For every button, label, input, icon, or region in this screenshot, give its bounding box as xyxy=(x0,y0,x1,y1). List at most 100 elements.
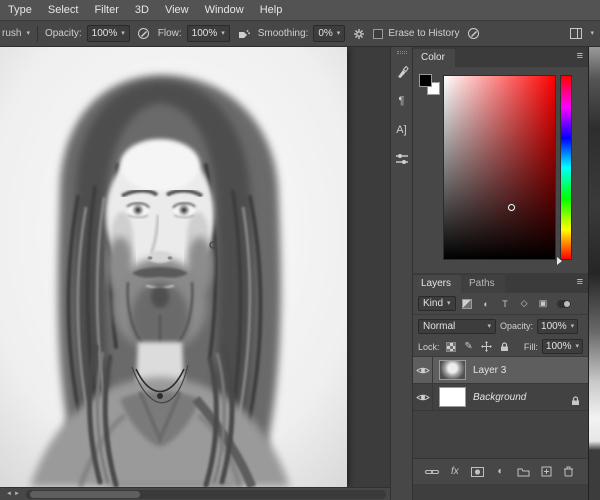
character-styles-panel-icon[interactable]: A] xyxy=(392,120,411,139)
gear-icon[interactable] xyxy=(350,25,368,43)
layer-row-layer3[interactable]: Layer 3 xyxy=(413,357,588,384)
adjustment-layer-icon[interactable]: ◐ xyxy=(493,465,507,479)
link-layers-icon[interactable] xyxy=(425,465,439,479)
foreground-color-swatch[interactable] xyxy=(419,74,432,87)
menu-3d[interactable]: 3D xyxy=(127,0,157,21)
menu-filter[interactable]: Filter xyxy=(86,0,126,21)
pressure-size-icon[interactable] xyxy=(464,25,482,43)
layer-name[interactable]: Background xyxy=(473,392,526,403)
tool-options-bar: rush ▾ Opacity: 100% ▾ Flow: 100% ▾ Smoo… xyxy=(0,21,600,47)
fill-combo[interactable]: 100% ▾ xyxy=(541,339,583,354)
paragraph-panel-icon[interactable]: ¶ xyxy=(392,91,411,110)
panel-menu-icon[interactable]: ≡ xyxy=(577,276,583,288)
tab-paths[interactable]: Paths xyxy=(461,275,505,293)
flow-combo[interactable]: 100% ▾ xyxy=(186,25,230,42)
workspace-icon[interactable] xyxy=(567,25,585,43)
color-picker-marker[interactable] xyxy=(508,204,516,212)
type-filter-icon[interactable]: T xyxy=(498,296,513,311)
filter-toggle-switch[interactable] xyxy=(556,299,571,308)
layer-row-background[interactable]: Background xyxy=(413,384,588,411)
layers-bottom-bar: fx ◐ xyxy=(413,458,588,484)
blend-mode-combo[interactable]: Normal ▾ xyxy=(418,318,496,334)
adjustment-filter-icon[interactable]: ◐ xyxy=(479,296,494,311)
lock-all-icon[interactable] xyxy=(498,340,512,354)
lock-transparency-icon[interactable] xyxy=(444,340,458,354)
shape-filter-icon[interactable]: ◇ xyxy=(517,296,532,311)
tab-layers[interactable]: Layers xyxy=(413,275,462,293)
pressure-opacity-icon[interactable] xyxy=(135,25,153,43)
layers-opacity-value: 100% xyxy=(541,320,567,332)
divider xyxy=(36,25,38,42)
visibility-eye-icon[interactable] xyxy=(413,384,433,410)
new-layer-icon[interactable] xyxy=(539,465,553,479)
menu-select[interactable]: Select xyxy=(40,0,87,21)
menu-help[interactable]: Help xyxy=(252,0,291,21)
erase-to-history-label: Erase to History xyxy=(388,28,460,39)
saturation-brightness-box[interactable] xyxy=(443,75,556,260)
kind-filter-value: Kind xyxy=(423,298,444,309)
hue-slider[interactable] xyxy=(560,75,572,260)
lock-icon xyxy=(571,393,580,411)
scrollbar-thumb[interactable] xyxy=(30,490,140,498)
flow-value: 100% xyxy=(191,28,218,39)
blend-mode-row: Normal ▾ Opacity: 100% ▾ xyxy=(413,315,588,337)
menu-window[interactable]: Window xyxy=(197,0,252,21)
layer-list: Layer 3 Background xyxy=(413,357,588,458)
sliders-panel-icon[interactable] xyxy=(392,149,411,168)
layers-opacity-combo[interactable]: 100% ▾ xyxy=(537,318,579,334)
second-document-edge[interactable] xyxy=(588,47,600,500)
chevron-down-icon: ▾ xyxy=(575,343,579,350)
menu-type[interactable]: Type xyxy=(0,0,40,21)
horizontal-scrollbar[interactable]: ◄ ► xyxy=(0,487,390,500)
chevron-down-icon[interactable]: ▾ xyxy=(590,30,594,37)
lock-position-icon[interactable] xyxy=(480,340,494,354)
opacity-combo[interactable]: 100% ▾ xyxy=(86,25,130,42)
scroll-left-icon[interactable]: ◄ xyxy=(6,491,12,497)
scroll-right-icon[interactable]: ► xyxy=(14,491,20,497)
color-panel: Color ≡ xyxy=(413,47,588,273)
tab-color[interactable]: Color xyxy=(413,49,455,67)
smoothing-value: 0% xyxy=(318,28,333,39)
panel-footer xyxy=(413,484,588,500)
document-canvas[interactable] xyxy=(0,47,347,487)
scroll-arrows[interactable]: ◄ ► xyxy=(0,491,26,497)
canvas-area[interactable] xyxy=(0,47,390,487)
photoshop-window: Type Select Filter 3D View Window Help r… xyxy=(0,0,600,500)
hue-slider-marker[interactable] xyxy=(557,257,562,265)
chevron-down-icon: ▾ xyxy=(221,30,225,37)
pixel-filter-icon[interactable] xyxy=(460,296,475,311)
layers-panel-header: Layers Paths ≡ xyxy=(413,273,588,293)
brush-settings-icon[interactable] xyxy=(392,62,411,81)
lock-pixels-icon[interactable]: ✎ xyxy=(462,340,476,354)
delete-layer-trash-icon[interactable] xyxy=(562,465,576,479)
smoothing-label: Smoothing: xyxy=(257,28,309,39)
layer-style-fx-icon[interactable]: fx xyxy=(448,465,462,479)
scrollbar-track[interactable] xyxy=(26,489,386,499)
layer-thumbnail[interactable] xyxy=(439,360,466,380)
chevron-down-icon: ▾ xyxy=(336,30,341,37)
blend-mode-value: Normal xyxy=(423,320,456,332)
lock-label: Lock: xyxy=(418,341,440,352)
erase-to-history-checkbox[interactable] xyxy=(373,28,384,39)
panels-column: Color ≡ Layers Paths ≡ Kind ▾ ◐ T ◇ ▣ No… xyxy=(413,47,588,500)
panel-dock-strip: ¶ A] xyxy=(390,47,413,500)
new-group-folder-icon[interactable] xyxy=(516,465,530,479)
opacity-label: Opacity: xyxy=(44,28,82,39)
smoothing-combo[interactable]: 0% ▾ xyxy=(313,25,346,42)
chevron-down-icon: ▾ xyxy=(570,322,575,330)
kind-filter-combo[interactable]: Kind ▾ xyxy=(418,296,456,311)
airbrush-icon[interactable] xyxy=(235,25,253,43)
layer-name[interactable]: Layer 3 xyxy=(473,365,506,376)
color-panel-header: Color ≡ xyxy=(413,47,588,67)
fill-label: Fill: xyxy=(523,341,538,352)
brush-preset-label[interactable]: rush xyxy=(2,28,21,39)
menu-view[interactable]: View xyxy=(157,0,197,21)
layer-thumbnail[interactable] xyxy=(439,387,466,407)
smart-object-filter-icon[interactable]: ▣ xyxy=(536,296,551,311)
foreground-background-swatches[interactable] xyxy=(418,73,444,99)
dock-drag-handle[interactable] xyxy=(396,51,407,54)
layer-mask-icon[interactable] xyxy=(471,465,485,479)
opacity-value: 100% xyxy=(91,28,118,39)
visibility-eye-icon[interactable] xyxy=(413,357,433,383)
panel-menu-icon[interactable]: ≡ xyxy=(577,50,583,62)
